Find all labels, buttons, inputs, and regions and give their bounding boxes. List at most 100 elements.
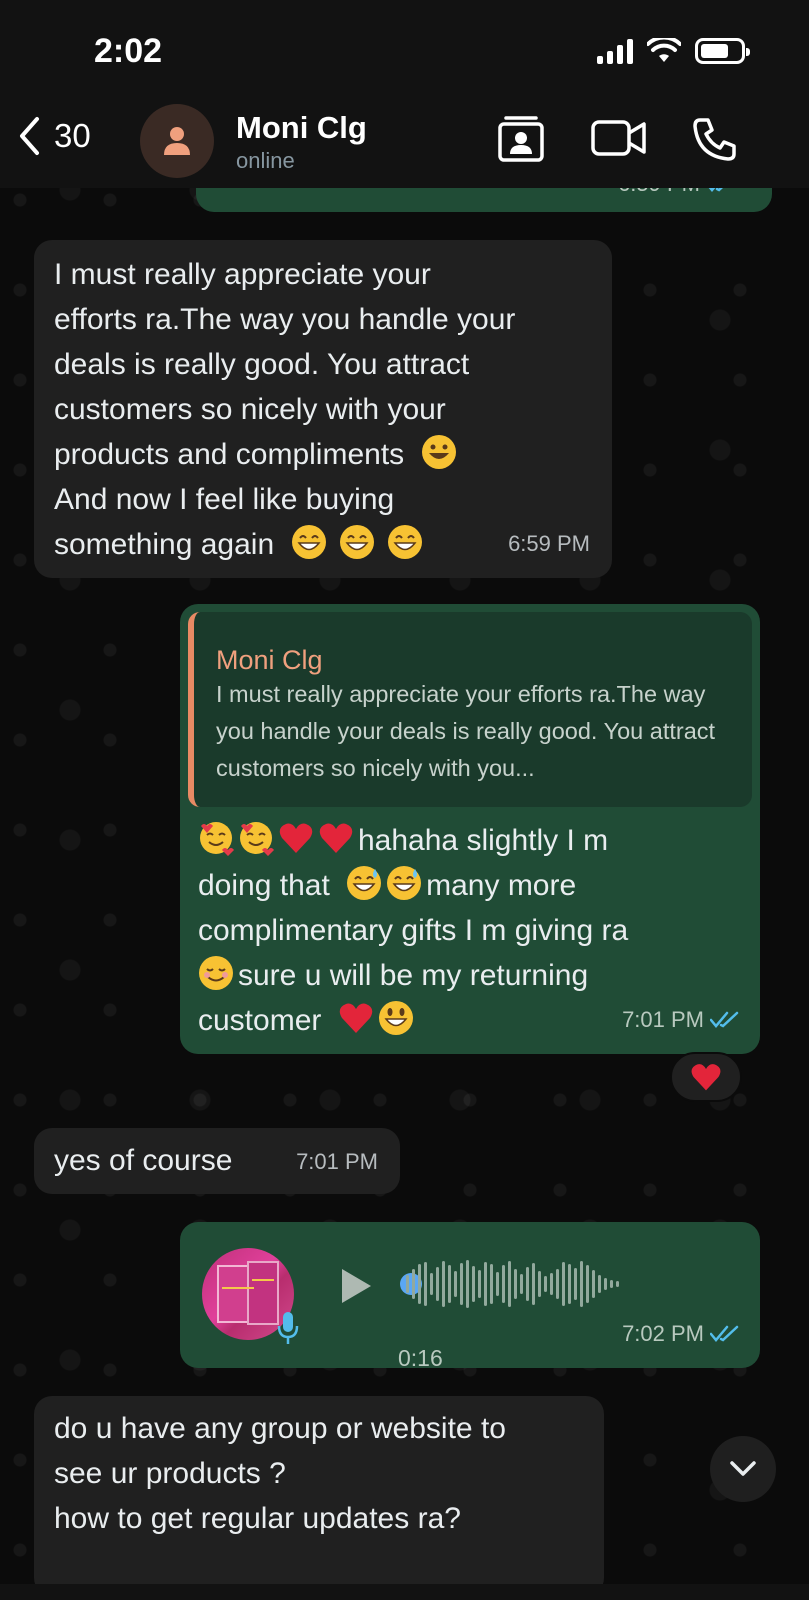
waveform-bar bbox=[508, 1261, 511, 1307]
waveform-bar bbox=[406, 1275, 409, 1293]
incoming-message-bubble[interactable]: yes of course 7:01 PM bbox=[34, 1128, 400, 1194]
message-line: deals is really good. You attract bbox=[54, 348, 470, 381]
message-line-with-emoji: hahaha slightly I m bbox=[198, 818, 744, 863]
waveform-bar bbox=[430, 1273, 433, 1295]
grinning-face-emoji-icon bbox=[421, 435, 456, 469]
wifi-icon bbox=[647, 38, 681, 62]
waveform-bar bbox=[460, 1263, 463, 1305]
battery-icon bbox=[695, 38, 750, 64]
read-ticks-icon bbox=[710, 1325, 739, 1342]
waveform-bar bbox=[562, 1262, 565, 1306]
chat-header: 30 Moni Clg online bbox=[0, 100, 809, 188]
message-line: complimentary gifts I m giving ra bbox=[198, 914, 629, 947]
message-line: do u have any group or website to bbox=[54, 1412, 506, 1445]
video-call-icon[interactable] bbox=[590, 118, 648, 158]
voice-message-bubble[interactable]: 0:16 7:02 PM bbox=[180, 1222, 760, 1371]
voice-call-icon[interactable] bbox=[690, 116, 738, 162]
message-line: customers so nicely with your bbox=[54, 393, 446, 426]
message-line: efforts ra.The way you handle your bbox=[54, 303, 516, 336]
contact-name[interactable]: Moni Clg bbox=[236, 110, 367, 146]
scroll-to-bottom-button[interactable] bbox=[710, 1436, 776, 1502]
grinning-sweat-emoji-icon bbox=[387, 866, 422, 900]
message-line: see ur products ? bbox=[54, 1457, 286, 1490]
smiling-face-with-hearts-emoji-icon bbox=[240, 822, 274, 856]
waveform-bar bbox=[478, 1270, 481, 1298]
waveform-bar bbox=[544, 1276, 547, 1292]
message-line-with-emoji: doing that many more bbox=[198, 863, 744, 908]
waveform-bar bbox=[532, 1263, 535, 1305]
red-heart-emoji-icon bbox=[319, 823, 353, 853]
waveform-bar bbox=[496, 1272, 499, 1296]
waveform-bar bbox=[568, 1264, 571, 1304]
message-time: 7:01 PM bbox=[296, 1149, 378, 1174]
red-heart-emoji-icon bbox=[279, 823, 313, 853]
incoming-message-bubble[interactable]: I must really appreciate your efforts ra… bbox=[34, 240, 612, 578]
waveform-bar bbox=[448, 1265, 451, 1303]
bottom-bar bbox=[0, 1584, 809, 1600]
waveform-bar bbox=[616, 1281, 619, 1287]
message-time: 7:02 PM bbox=[622, 1321, 704, 1346]
grinning-sweat-emoji-icon bbox=[347, 866, 382, 900]
outgoing-reply-bubble[interactable]: Moni Clg I must really appreciate your e… bbox=[180, 604, 760, 1054]
waveform-bar bbox=[580, 1261, 583, 1307]
message-line: And now I feel like buying bbox=[54, 483, 395, 516]
voice-duration: 0:16 bbox=[398, 1345, 443, 1371]
waveform-bar bbox=[424, 1262, 427, 1306]
waveform-bar bbox=[454, 1271, 457, 1297]
status-bar: 2:02 bbox=[0, 0, 809, 100]
waveform-bar bbox=[514, 1269, 517, 1299]
waveform-bar bbox=[592, 1270, 595, 1298]
waveform-bar bbox=[586, 1265, 589, 1303]
red-heart-emoji-icon bbox=[339, 1003, 372, 1033]
message-reaction[interactable] bbox=[670, 1052, 742, 1102]
waveform-bar bbox=[610, 1280, 613, 1288]
waveform-bar bbox=[418, 1264, 421, 1304]
avatar[interactable] bbox=[140, 104, 214, 178]
waveform-bar bbox=[538, 1271, 541, 1297]
waveform-bar bbox=[412, 1269, 415, 1299]
read-ticks-icon bbox=[710, 1011, 739, 1028]
back-button[interactable]: 30 bbox=[18, 116, 91, 156]
unread-count: 30 bbox=[54, 117, 91, 154]
chevron-down-icon bbox=[730, 1461, 756, 1476]
contact-status: online bbox=[236, 148, 295, 173]
message-time: 6:59 PM bbox=[508, 531, 590, 556]
message-meta: 7:02 PM bbox=[622, 1311, 740, 1356]
chevron-left-icon bbox=[20, 117, 39, 155]
waveform-bar bbox=[490, 1264, 493, 1304]
status-time: 2:02 bbox=[94, 32, 163, 70]
message-line-with-emoji: products and compliments bbox=[54, 432, 612, 477]
message-line: I must really appreciate your bbox=[54, 258, 431, 291]
waveform-bar bbox=[472, 1266, 475, 1302]
message-text: yes of course bbox=[54, 1144, 233, 1177]
incoming-message-bubble[interactable]: do u have any group or website to see ur… bbox=[34, 1396, 604, 1596]
waveform-bar bbox=[574, 1268, 577, 1300]
waveform-bar bbox=[556, 1269, 559, 1299]
cellular-signal-icon bbox=[597, 38, 633, 64]
beaming-face-emoji-icon bbox=[388, 525, 423, 559]
smiling-face-emoji-icon bbox=[199, 956, 233, 990]
quoted-message[interactable]: Moni Clg I must really appreciate your e… bbox=[188, 612, 752, 807]
person-icon bbox=[164, 127, 190, 155]
beaming-face-emoji-icon bbox=[339, 525, 374, 559]
play-icon[interactable] bbox=[338, 1266, 374, 1306]
beaming-face-emoji-icon bbox=[291, 525, 326, 559]
waveform-bar bbox=[550, 1273, 553, 1295]
message-meta: 7:01 PM bbox=[622, 997, 740, 1042]
waveform-bar bbox=[436, 1267, 439, 1301]
waveform-bar bbox=[484, 1262, 487, 1306]
waveform-bar bbox=[442, 1261, 445, 1307]
message-time: 7:01 PM bbox=[622, 1007, 704, 1032]
waveform-bar bbox=[604, 1278, 607, 1290]
contact-card-icon[interactable] bbox=[496, 114, 546, 164]
grinning-face-big-eyes-emoji-icon bbox=[378, 1001, 413, 1035]
waveform-bar bbox=[502, 1265, 505, 1303]
message-line-with-emoji: sure u will be my returning bbox=[198, 953, 744, 998]
status-icons bbox=[597, 38, 750, 64]
message-line: how to get regular updates ra? bbox=[54, 1502, 461, 1535]
waveform-bar bbox=[598, 1275, 601, 1293]
audio-waveform[interactable] bbox=[406, 1256, 619, 1312]
waveform-bar bbox=[466, 1260, 469, 1308]
waveform-bar bbox=[526, 1267, 529, 1301]
waveform-bar bbox=[520, 1274, 523, 1294]
